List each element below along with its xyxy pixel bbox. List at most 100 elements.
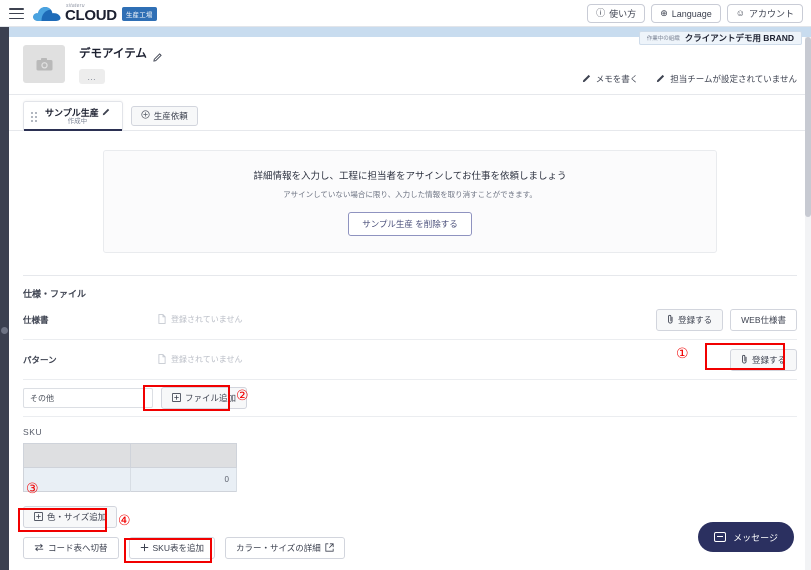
switch-to-code-table-label: コード表へ切替	[48, 543, 108, 553]
add-sku-table-label: SKU表を追加	[152, 543, 204, 553]
paperclip-icon	[667, 314, 674, 326]
sku-table-head	[23, 443, 237, 468]
write-memo-link[interactable]: メモを書く	[582, 73, 639, 85]
file-add-icon	[172, 392, 181, 404]
question-circle-icon: ⓘ	[596, 8, 606, 18]
add-production-request-button[interactable]: 生産依頼	[130, 105, 198, 126]
sku-table-body: 0	[23, 467, 237, 492]
assign-team-link[interactable]: 担当チームが設定されていません	[656, 73, 797, 85]
sku-cell-name[interactable]	[23, 467, 131, 492]
account-circle-icon: ☺	[735, 8, 745, 18]
web-specsheet-label: WEB仕様書	[741, 314, 786, 325]
register-specsheet-button[interactable]: 登録する	[656, 308, 724, 331]
top-bar: sitateru CLOUD 生産工場 ⓘ 使い方 ⊕ Language ☺ ア…	[0, 0, 811, 27]
tab-bar: サンプル生産 作成中 生産依頼	[9, 95, 811, 131]
sku-col-header-2[interactable]	[130, 443, 237, 468]
table-header-row	[23, 443, 237, 468]
file-icon	[158, 353, 166, 366]
pencil-icon	[582, 74, 591, 85]
top-bar-actions: ⓘ 使い方 ⊕ Language ☺ アカウント	[587, 4, 803, 23]
file-icon	[158, 313, 166, 326]
tab-text: サンプル生産 作成中	[45, 108, 110, 126]
item-thumbnail[interactable]	[23, 45, 65, 83]
sku-table[interactable]: 0	[23, 443, 237, 492]
other-file-name-input[interactable]	[23, 388, 153, 408]
language-button[interactable]: ⊕ Language	[651, 4, 721, 23]
main-content: デモアイテム … メモを書く 担当チームが設定されていません サンプル生産 作成…	[9, 37, 811, 570]
spec-row-empty: 登録されていません	[158, 353, 243, 366]
logo-wordmark: CLOUD	[65, 7, 117, 24]
help-button-label: 使い方	[609, 9, 637, 19]
sku-actions-row-2: コード表へ切替 SKU表を追加 カラー・サイズの詳細	[23, 537, 797, 559]
app-logo[interactable]: sitateru CLOUD 生産工場	[32, 3, 157, 23]
message-widget-button[interactable]: メッセージ	[698, 522, 794, 552]
org-badge-name: クライアントデモ用 BRAND	[684, 33, 794, 43]
register-specsheet-label: 登録する	[678, 314, 713, 325]
section-divider	[23, 275, 797, 276]
tab-status: 作成中	[67, 117, 88, 125]
spec-row-label: 仕様書	[23, 314, 49, 325]
sku-col-header-1[interactable]	[23, 443, 131, 468]
annotation-number-2: ②	[236, 388, 249, 404]
tab-title-row: サンプル生産	[45, 108, 110, 118]
add-color-size-button[interactable]: 色・サイズ追加	[23, 506, 118, 528]
register-pattern-button[interactable]: 登録する	[729, 348, 797, 371]
drag-grip-icon[interactable]	[31, 111, 37, 122]
item-title-row: デモアイテム	[79, 45, 162, 62]
globe-icon: ⊕	[660, 8, 668, 18]
cloud-icon	[32, 5, 62, 23]
message-widget-label: メッセージ	[733, 532, 778, 543]
notice-line-2: アサインしていない場合に限り、入力した情報を取り消すことができます。	[283, 190, 537, 199]
tab-label: サンプル生産	[45, 107, 99, 118]
color-size-detail-button[interactable]: カラー・サイズの詳細	[225, 537, 345, 559]
chat-icon	[714, 532, 727, 542]
file-add-label: ファイル追加	[185, 393, 237, 403]
other-file-row: ファイル追加	[23, 380, 797, 417]
pencil-icon[interactable]	[153, 49, 162, 62]
account-button[interactable]: ☺ アカウント	[726, 4, 803, 23]
delete-sample-production-button[interactable]: サンプル生産 を削除する	[348, 212, 472, 236]
spec-row-label: パターン	[23, 354, 57, 365]
scrollbar-thumb[interactable]	[805, 37, 811, 217]
sku-cell-quantity[interactable]: 0	[130, 467, 237, 492]
vertical-scrollbar[interactable]	[805, 37, 811, 570]
file-add-button[interactable]: ファイル追加	[161, 387, 248, 409]
add-sku-table-button[interactable]: SKU表を追加	[128, 537, 215, 559]
assign-team-label: 担当チームが設定されていません	[670, 74, 797, 84]
app-root: sitateru CLOUD 生産工場 ⓘ 使い方 ⊕ Language ☺ ア…	[0, 0, 811, 570]
paperclip-icon	[741, 354, 748, 366]
external-link-icon	[325, 542, 334, 554]
annotation-number-3: ③	[26, 481, 39, 497]
annotation-number-1: ①	[676, 346, 689, 362]
item-header: デモアイテム … メモを書く 担当チームが設定されていません	[9, 37, 811, 95]
annotation-number-4: ④	[118, 513, 131, 529]
assignment-notice-card: 詳細情報を入力し、工程に担当者をアサインしてお仕事を依頼しましょう アサインして…	[103, 150, 717, 253]
swap-icon	[34, 543, 44, 554]
web-specsheet-button[interactable]: WEB仕様書	[730, 308, 797, 331]
camera-placeholder-icon	[36, 57, 53, 71]
org-badge[interactable]: 作業中の組織 クライアントデモ用 BRAND	[638, 31, 802, 45]
account-button-label: アカウント	[748, 9, 794, 19]
logo-badge: 生産工場	[121, 7, 157, 21]
write-memo-label: メモを書く	[595, 74, 639, 84]
org-badge-prefix: 作業中の組織	[646, 36, 680, 42]
tab-sample-production[interactable]: サンプル生産 作成中	[23, 101, 123, 131]
hamburger-icon[interactable]	[9, 8, 24, 19]
spec-row-actions: 登録する WEB仕様書	[656, 308, 797, 331]
sidebar-collapse-handle[interactable]	[1, 327, 8, 334]
register-pattern-label: 登録する	[751, 354, 786, 365]
pencil-icon[interactable]	[102, 108, 110, 118]
color-size-detail-label: カラー・サイズの詳細	[236, 543, 321, 553]
plus-circle-icon	[141, 110, 150, 121]
left-sidebar-rail[interactable]	[0, 27, 9, 570]
spec-row-empty-text: 登録されていません	[171, 315, 243, 324]
grid-add-icon	[34, 511, 43, 523]
help-button[interactable]: ⓘ 使い方	[587, 4, 646, 23]
table-row[interactable]: 0	[23, 467, 237, 492]
item-more-button[interactable]: …	[79, 69, 105, 84]
plus-icon	[140, 543, 149, 554]
sku-section-label: SKU	[23, 427, 43, 437]
item-header-actions: メモを書く 担当チームが設定されていません	[582, 73, 797, 85]
spec-row-actions: 登録する	[729, 348, 797, 371]
switch-to-code-table-button[interactable]: コード表へ切替	[23, 537, 119, 559]
